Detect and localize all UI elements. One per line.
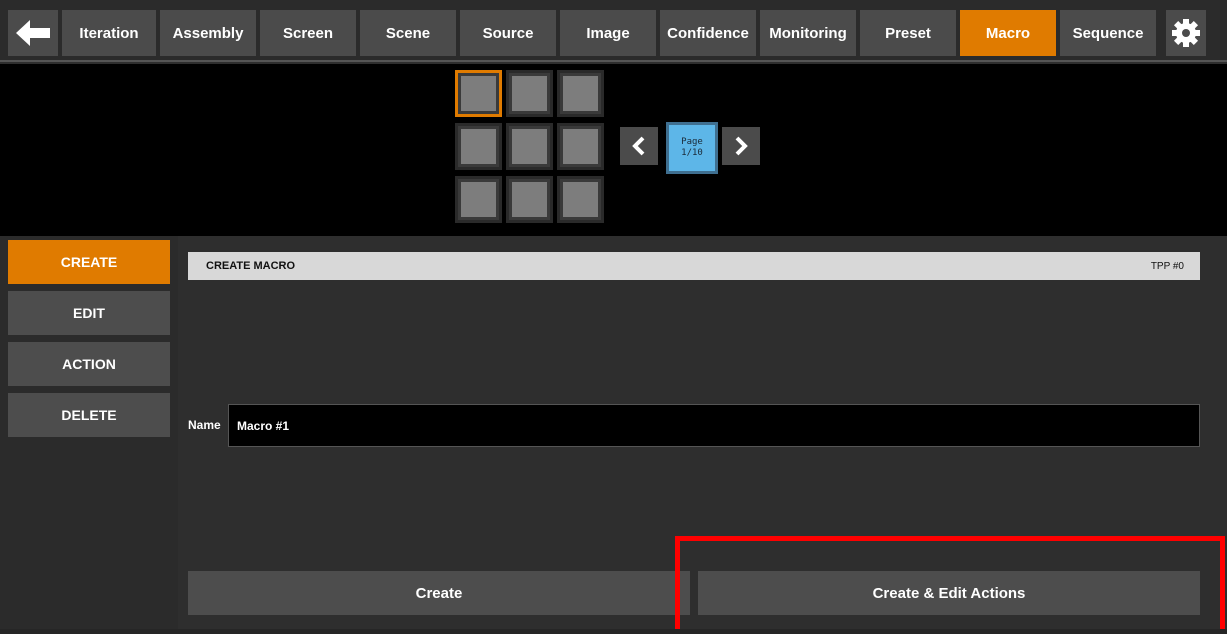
chevron-right-icon (735, 136, 748, 156)
arrow-left-icon (16, 20, 50, 46)
preview-cell-fill (512, 182, 547, 217)
preview-cell-fill (563, 182, 598, 217)
preview-cell[interactable] (557, 176, 604, 223)
name-input[interactable]: Macro #1 (228, 404, 1200, 447)
preview-cell[interactable] (455, 123, 502, 170)
preview-cell[interactable] (506, 70, 553, 117)
top-navigation-bar: Iteration Assembly Screen Scene Source I… (0, 0, 1227, 62)
page-value: 1/10 (681, 148, 703, 158)
preview-cell-fill (461, 76, 496, 111)
bottom-divider (0, 629, 1227, 634)
gear-icon (1172, 19, 1200, 47)
preview-cell[interactable] (557, 123, 604, 170)
name-label: Name (188, 418, 221, 432)
preview-cell[interactable] (557, 70, 604, 117)
create-button[interactable]: Create (188, 571, 690, 615)
sidebar-item-create[interactable]: CREATE (8, 240, 170, 284)
tab-confidence[interactable]: Confidence (660, 10, 756, 56)
tab-macro[interactable]: Macro (960, 10, 1056, 56)
settings-button[interactable] (1166, 10, 1206, 56)
tab-screen[interactable]: Screen (260, 10, 356, 56)
preview-cell[interactable] (506, 123, 553, 170)
sidebar-item-action[interactable]: ACTION (8, 342, 170, 386)
tab-source[interactable]: Source (460, 10, 556, 56)
sidebar-item-edit[interactable]: EDIT (8, 291, 170, 335)
preview-cell-fill (563, 76, 598, 111)
preview-area (0, 64, 1227, 236)
next-page-button[interactable] (722, 127, 760, 165)
tab-scene[interactable]: Scene (360, 10, 456, 56)
preview-cell[interactable] (506, 176, 553, 223)
preview-cell[interactable] (455, 70, 502, 117)
preview-cell-fill (563, 129, 598, 164)
page-label: Page (681, 137, 703, 147)
chevron-left-icon (632, 136, 645, 156)
tab-assembly[interactable]: Assembly (160, 10, 256, 56)
page-indicator: Page 1/10 (666, 122, 718, 174)
preview-cell-fill (461, 129, 496, 164)
preview-cell-fill (461, 182, 496, 217)
tab-image[interactable]: Image (560, 10, 656, 56)
panel-title: CREATE MACRO (206, 260, 296, 272)
preview-cell-fill (512, 129, 547, 164)
tab-sequence[interactable]: Sequence (1060, 10, 1156, 56)
prev-page-button[interactable] (620, 127, 658, 165)
tab-preset[interactable]: Preset (860, 10, 956, 56)
tab-monitoring[interactable]: Monitoring (760, 10, 856, 56)
preview-cell-fill (512, 76, 547, 111)
panel-header: CREATE MACRO TPP #0 (188, 252, 1200, 280)
preview-cell[interactable] (455, 176, 502, 223)
tab-iteration[interactable]: Iteration (62, 10, 156, 56)
sidebar-item-delete[interactable]: DELETE (8, 393, 170, 437)
create-edit-actions-button[interactable]: Create & Edit Actions (698, 571, 1200, 615)
back-button[interactable] (8, 10, 58, 56)
tpp-label: TPP #0 (1150, 260, 1184, 272)
